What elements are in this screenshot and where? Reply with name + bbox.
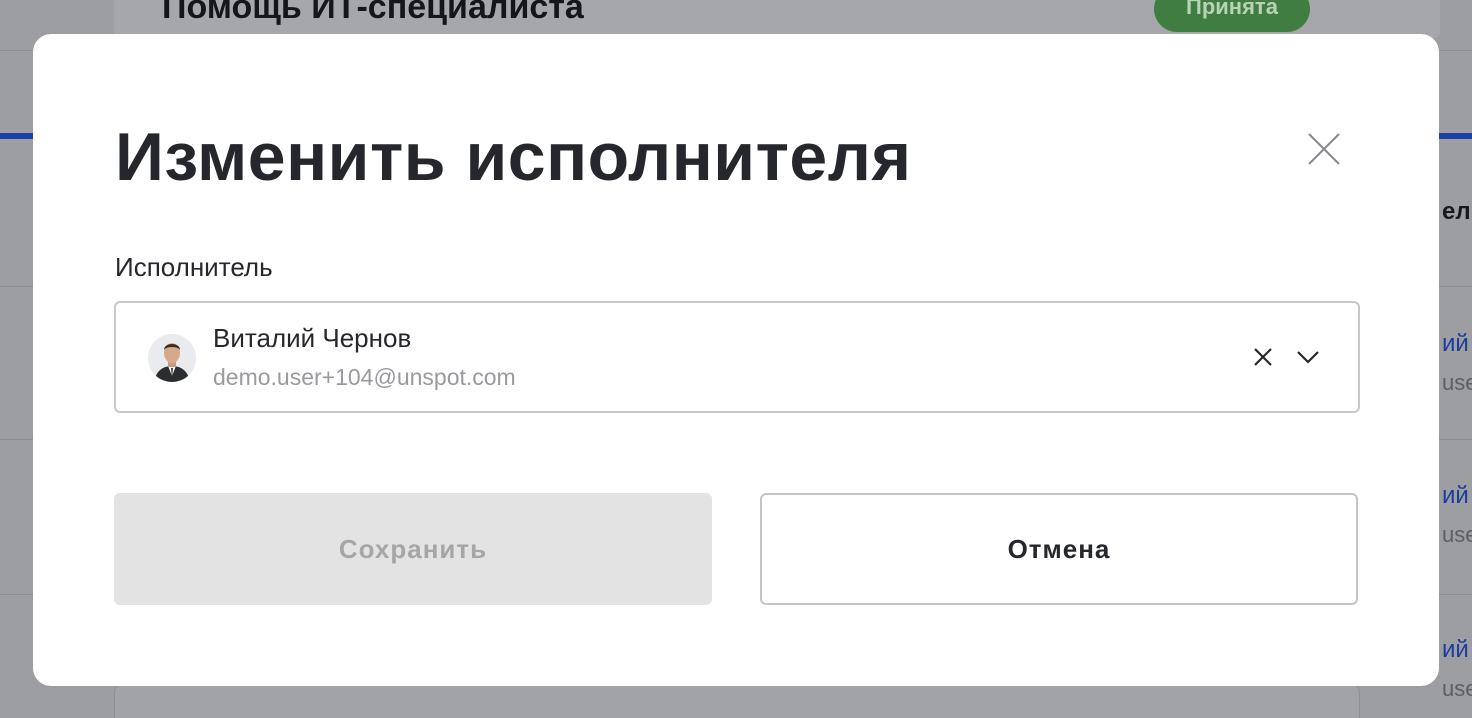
avatar (148, 334, 196, 382)
background-divider (1439, 439, 1472, 440)
background-user-link: ий (1442, 636, 1469, 663)
background-tab-indicator (1439, 133, 1472, 139)
selected-user-email: demo.user+104@unspot.com (213, 364, 516, 390)
chevron-down-icon[interactable] (1294, 345, 1322, 369)
clear-icon[interactable] (1251, 345, 1275, 369)
background-status-badge: Принята (1154, 0, 1310, 32)
background-divider (0, 50, 34, 51)
dialog-title: Изменить исполнителя (115, 119, 912, 195)
change-assignee-dialog: Изменить исполнителя Исполнитель Виталий… (33, 34, 1439, 686)
background-divider (0, 286, 34, 287)
background-user-email: use (1442, 522, 1472, 547)
assignee-field-label: Исполнитель (115, 252, 273, 282)
background-user-link: ий (1442, 482, 1469, 509)
background-user-email: use (1442, 676, 1472, 701)
background-column-header: ел (1442, 198, 1471, 225)
close-icon[interactable] (1301, 126, 1347, 172)
background-user-link: ий (1442, 330, 1469, 357)
background-card (114, 684, 1360, 718)
save-button[interactable]: Сохранить (114, 493, 712, 605)
background-ticket-title: Помощь ИТ-специалиста (162, 0, 584, 26)
background-tab-indicator (0, 133, 34, 139)
background-divider (0, 439, 34, 440)
background-divider (1439, 286, 1472, 287)
selected-user-name: Виталий Чернов (213, 323, 412, 353)
background-user-email: use (1442, 370, 1472, 395)
cancel-button[interactable]: Отмена (760, 493, 1358, 605)
background-divider (1439, 50, 1472, 51)
background-divider (1439, 594, 1472, 595)
assignee-select[interactable]: Виталий Чернов demo.user+104@unspot.com (114, 301, 1360, 413)
background-divider (0, 594, 34, 595)
